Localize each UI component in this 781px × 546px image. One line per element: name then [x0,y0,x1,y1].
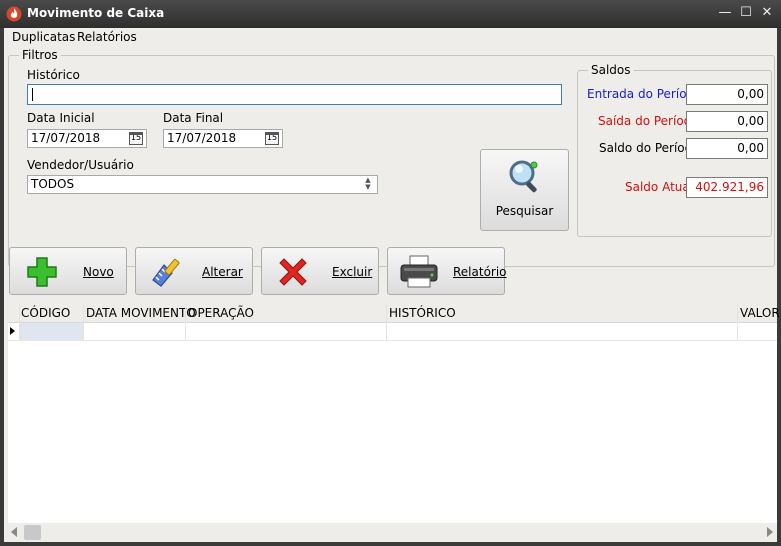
maximize-icon[interactable]: ☐ [738,4,754,22]
current-row-indicator-icon [10,327,15,335]
excluir-button[interactable]: Excluir [261,247,379,295]
column-divider [737,304,738,340]
column-header-codigo[interactable]: CÓDIGO [21,306,70,320]
data-inicial-field[interactable]: 17/07/2018 15 [27,129,147,148]
novo-button[interactable]: Novo [9,247,127,295]
calendar-icon[interactable]: 15 [129,132,143,145]
relatorio-label: Relatório [453,265,507,279]
grid-header: CÓDIGO DATA MOVIMENTO OPERAÇÃO HISTÓRICO… [8,304,780,323]
column-header-data-movimento[interactable]: DATA MOVIMENTO [86,306,196,320]
vendedor-label: Vendedor/Usuário [27,158,134,172]
pesquisar-button[interactable]: Pesquisar [480,149,569,231]
plus-icon [27,257,57,287]
column-divider [83,304,84,340]
horizontal-scrollbar[interactable] [8,523,777,542]
column-divider [185,304,186,340]
minimize-icon[interactable]: — [717,4,733,22]
scrollbar-thumb[interactable] [24,525,41,540]
menu-bar: Duplicatas Relatórios [4,28,777,48]
edit-brush-icon [152,258,180,287]
saldo-periodo-label: Saldo do Período [599,141,700,155]
data-final-label: Data Final [163,111,224,125]
window-title: Movimento de Caixa [27,6,165,20]
saldo-periodo-value-field: 0,00 [686,138,768,159]
column-divider [386,304,387,340]
spin-arrows-icon[interactable]: ▲ ▼ [362,177,374,193]
magnifier-icon [509,160,538,193]
calendar-icon[interactable]: 15 [265,132,279,145]
excluir-label: Excluir [332,265,373,279]
vendedor-value: TODOS [31,177,75,191]
close-icon[interactable]: ✕ [759,4,775,22]
column-header-historico[interactable]: HISTÓRICO [389,306,456,320]
relatorio-button[interactable]: Relatório [387,247,507,295]
saldo-atual-value-field: 402.921,96 [686,177,768,198]
data-final-field[interactable]: 17/07/2018 15 [163,129,283,148]
entrada-label: Entrada do Período [587,87,702,101]
scroll-right-icon[interactable] [767,527,773,537]
main-window: Movimento de Caixa — ☐ ✕ Duplicatas Rela… [0,0,781,546]
scroll-left-icon[interactable] [11,527,17,537]
vendedor-select[interactable]: TODOS ▲ ▼ [27,175,378,194]
menu-duplicatas[interactable]: Duplicatas [12,30,75,44]
alterar-button[interactable]: Alterar [135,247,253,295]
printer-icon [400,255,438,288]
data-inicial-label: Data Inicial [27,111,95,125]
entrada-value-field: 0,00 [686,84,768,105]
data-final-value: 17/07/2018 [167,131,237,145]
historico-label: Histórico [27,68,80,82]
data-inicial-value: 17/07/2018 [31,131,101,145]
column-header-operacao[interactable]: OPERAÇÃO [188,306,254,320]
saida-label: Saída do Período [598,114,699,128]
column-header-valor[interactable]: VALOR [740,306,780,320]
selected-cell[interactable] [20,323,83,340]
title-bar[interactable]: Movimento de Caixa — ☐ ✕ [0,0,781,28]
historico-input[interactable] [27,84,562,105]
text-cursor [32,88,33,101]
saida-value-field: 0,00 [686,111,768,132]
pesquisar-label: Pesquisar [495,204,554,218]
delete-x-icon [279,258,307,286]
movimentos-grid[interactable]: CÓDIGO DATA MOVIMENTO OPERAÇÃO HISTÓRICO… [8,304,780,542]
window-client-area: Duplicatas Relatórios Filtros Histórico … [4,28,780,542]
novo-label: Novo [83,265,114,279]
flame-app-icon [6,6,22,22]
row-divider [8,340,777,341]
alterar-label: Alterar [202,265,243,279]
menu-relatorios[interactable]: Relatórios [77,30,137,44]
saldos-legend: Saldos [588,63,634,77]
filtros-legend: Filtros [19,48,61,62]
